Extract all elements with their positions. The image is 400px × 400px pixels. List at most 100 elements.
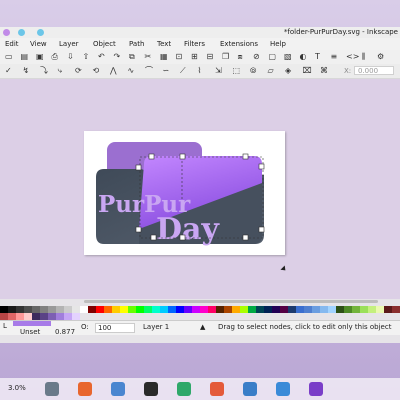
palette-swatch[interactable] xyxy=(112,306,120,313)
node-handle[interactable] xyxy=(179,234,186,241)
node-handle[interactable] xyxy=(148,153,155,160)
palette-swatch[interactable] xyxy=(48,306,56,313)
current-layer-selector[interactable]: Layer 1 xyxy=(143,323,169,331)
zoom-level[interactable]: 3.0% xyxy=(8,384,26,392)
font-manager-icon[interactable] xyxy=(309,382,323,396)
node-handle[interactable] xyxy=(150,234,157,241)
group-icon[interactable]: ▢ xyxy=(269,53,277,61)
settings-icon[interactable] xyxy=(243,382,257,396)
palette-swatch[interactable] xyxy=(16,313,24,320)
palette-swatch[interactable] xyxy=(168,306,176,313)
duplicate-icon[interactable]: ❐ xyxy=(222,53,229,61)
palette-swatch[interactable] xyxy=(304,306,312,313)
smooth-icon[interactable]: ∿ xyxy=(128,67,135,75)
zoom-page-icon[interactable]: ⊟ xyxy=(207,53,214,61)
close-window-button[interactable] xyxy=(3,29,10,36)
palette-swatch[interactable] xyxy=(184,306,192,313)
export-icon[interactable]: ⇧ xyxy=(83,53,90,61)
palette-swatch[interactable] xyxy=(216,306,224,313)
palette-swatch[interactable] xyxy=(24,306,32,313)
palette-swatch[interactable] xyxy=(32,306,40,313)
new-icon[interactable]: ▭ xyxy=(5,53,13,61)
palette-swatch[interactable] xyxy=(256,306,264,313)
cusp-icon[interactable]: ⋀ xyxy=(110,67,117,75)
system-monitor-icon[interactable] xyxy=(45,382,59,396)
palette-swatch[interactable] xyxy=(192,306,200,313)
palette-swatch[interactable] xyxy=(344,306,352,313)
palette-swatch[interactable] xyxy=(288,306,296,313)
palette-swatch[interactable] xyxy=(56,313,64,320)
insert-node-icon[interactable]: ✓ xyxy=(5,67,12,75)
redo-icon[interactable]: ↷ xyxy=(114,53,121,61)
node-handle[interactable] xyxy=(258,226,265,233)
palette-swatch[interactable] xyxy=(384,306,392,313)
palette-swatch[interactable] xyxy=(368,306,376,313)
unlink-icon[interactable]: ⊘ xyxy=(253,53,260,61)
palette-swatch[interactable] xyxy=(56,306,64,313)
palette-swatch[interactable] xyxy=(72,306,80,313)
menu-extensions[interactable]: Extensions xyxy=(220,40,258,48)
palette-swatch[interactable] xyxy=(312,306,320,313)
palette-swatch[interactable] xyxy=(208,306,216,313)
palette-swatch[interactable] xyxy=(80,306,88,313)
palette-swatch[interactable] xyxy=(0,306,8,313)
xml-icon[interactable]: <> xyxy=(346,53,359,61)
maximize-window-button[interactable] xyxy=(37,29,44,36)
palette-swatch[interactable] xyxy=(136,306,144,313)
clone-icon[interactable]: ⧈ xyxy=(238,53,243,61)
import-icon[interactable]: ⇩ xyxy=(67,53,74,61)
ungroup-icon[interactable]: ▧ xyxy=(284,53,292,61)
show-transform-icon[interactable]: ◈ xyxy=(285,67,291,75)
palette-swatch[interactable] xyxy=(8,313,16,320)
edit-clip-icon[interactable]: ⌧ xyxy=(303,67,312,75)
node-handle[interactable] xyxy=(258,163,265,170)
curve-segment-icon[interactable]: ⌇ xyxy=(198,67,202,75)
stroke-to-path-icon[interactable]: ⬚ xyxy=(233,67,241,75)
palette-swatch[interactable] xyxy=(32,313,40,320)
horizontal-scrollbar[interactable] xyxy=(84,300,378,303)
palette-swatch[interactable] xyxy=(48,313,56,320)
delete-segment-icon[interactable]: ⟲ xyxy=(93,67,100,75)
palette-swatch[interactable] xyxy=(40,313,48,320)
break-path-icon[interactable]: ⤷ xyxy=(58,67,62,75)
lock-icon[interactable]: ▲ xyxy=(200,323,205,331)
palette-swatch[interactable] xyxy=(224,306,232,313)
palette-swatch[interactable] xyxy=(280,306,288,313)
palette-swatch[interactable] xyxy=(240,306,248,313)
palette-swatch[interactable] xyxy=(272,306,280,313)
palette-swatch[interactable] xyxy=(264,306,272,313)
palette-swatch[interactable] xyxy=(120,306,128,313)
palette-swatch[interactable] xyxy=(336,306,344,313)
image-viewer-icon[interactable] xyxy=(276,382,290,396)
opacity-field[interactable]: 100 xyxy=(95,323,135,333)
palette-swatch[interactable] xyxy=(144,306,152,313)
open-icon[interactable]: ▤ xyxy=(21,53,29,61)
auto-smooth-icon[interactable]: ∽ xyxy=(163,67,170,75)
palette-swatch[interactable] xyxy=(248,306,256,313)
copy-icon[interactable]: ⧉ xyxy=(129,53,135,61)
palette-swatch[interactable] xyxy=(296,306,304,313)
record-icon[interactable] xyxy=(210,382,224,396)
paste-icon[interactable]: ▦ xyxy=(160,53,168,61)
node-handle[interactable] xyxy=(242,153,249,160)
palette-swatch[interactable] xyxy=(200,306,208,313)
zoom-selection-icon[interactable]: ⊡ xyxy=(176,53,183,61)
palette-swatch[interactable] xyxy=(376,306,384,313)
palette-swatch[interactable] xyxy=(152,306,160,313)
menu-help[interactable]: Help xyxy=(270,40,286,48)
align-icon[interactable]: ⫼ xyxy=(362,53,366,61)
palette-swatch[interactable] xyxy=(392,306,400,313)
node-handle[interactable] xyxy=(135,164,142,171)
line-segment-icon[interactable]: ⟋ xyxy=(180,67,186,75)
palette-swatch[interactable] xyxy=(160,306,168,313)
palette-swatch[interactable] xyxy=(320,306,328,313)
menu-view[interactable]: View xyxy=(30,40,47,48)
artwork-text-day[interactable]: Day xyxy=(156,212,220,247)
menu-text[interactable]: Text xyxy=(157,40,171,48)
firefox-icon[interactable] xyxy=(78,382,92,396)
search-tool-icon[interactable] xyxy=(111,382,125,396)
palette-swatch[interactable] xyxy=(40,306,48,313)
palette-swatch[interactable] xyxy=(72,313,80,320)
menu-path[interactable]: Path xyxy=(129,40,144,48)
menu-object[interactable]: Object xyxy=(93,40,116,48)
